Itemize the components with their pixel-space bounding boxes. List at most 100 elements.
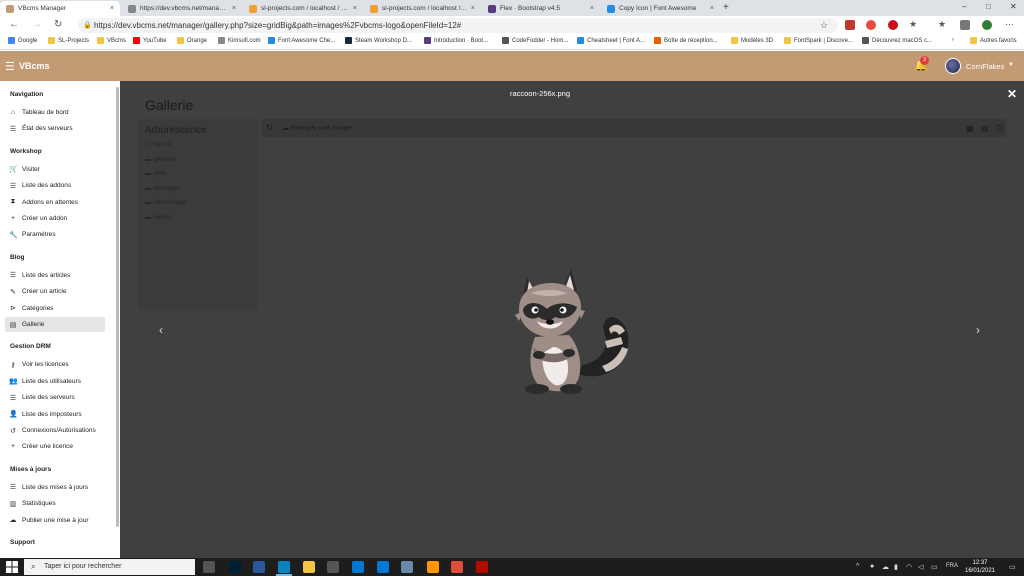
- store-icon[interactable]: [327, 561, 339, 573]
- browser-tab[interactable]: sl-projects.com / localhost / vbc ×: [364, 1, 481, 16]
- photoshop-icon[interactable]: [229, 561, 241, 573]
- bookmark-item[interactable]: Orange: [177, 37, 207, 44]
- task-view-icon[interactable]: [203, 561, 215, 573]
- word-icon[interactable]: [253, 561, 265, 573]
- extension-icon[interactable]: [866, 20, 876, 30]
- windows-start-icon[interactable]: [6, 561, 18, 573]
- taskbar-search-box[interactable]: ⌕ Taper ici pour rechercher: [24, 559, 195, 575]
- chevron-right-icon[interactable]: ›: [976, 323, 980, 337]
- sidebar-item[interactable]: ▤ Gallerie: [5, 317, 105, 332]
- chevron-up-icon[interactable]: ^: [856, 563, 859, 570]
- chevron-left-icon[interactable]: ‹: [159, 323, 163, 337]
- sidebar-item[interactable]: ☰ Liste des serveurs: [5, 390, 105, 405]
- refresh-icon[interactable]: ↻: [266, 123, 273, 132]
- upload-image-button[interactable]: ☁ Envoyer une image: [282, 124, 351, 132]
- brand-logo[interactable]: VBcms: [19, 61, 50, 71]
- tree-node[interactable]: ▬ pink: [145, 170, 165, 177]
- collections-icon[interactable]: [960, 20, 970, 30]
- bookmark-item[interactable]: Steam Workshop D...: [345, 37, 412, 44]
- sidebar-item[interactable]: ☰ État des serveurs: [5, 121, 105, 136]
- maximize-icon[interactable]: □: [986, 2, 991, 11]
- bookmark-item[interactable]: Kimsufi.com: [218, 37, 261, 44]
- sidebar-item[interactable]: ⌂ Tableau de bord: [5, 105, 105, 120]
- more-bookmarks-icon[interactable]: ›: [952, 37, 954, 43]
- grid-small-icon[interactable]: ▤: [981, 124, 989, 133]
- tree-node[interactable]: ▬ manager: [145, 185, 179, 192]
- star-icon[interactable]: ★: [909, 19, 917, 30]
- sidebar-item[interactable]: ☰ Liste des articles: [5, 268, 105, 283]
- bookmark-star-icon[interactable]: ☆: [820, 20, 828, 31]
- reload-icon[interactable]: ↻: [54, 19, 62, 30]
- sidebar-item[interactable]: 👥 Liste des utilisateurs: [5, 374, 105, 389]
- acrobat-icon[interactable]: [476, 561, 488, 573]
- sidebar-item[interactable]: + Créer un addon: [5, 211, 105, 226]
- window-close-icon[interactable]: ✕: [1010, 2, 1017, 11]
- other-bookmarks[interactable]: Autres favoris: [970, 37, 1017, 44]
- browser-tab[interactable]: Flex · Bootstrap v4.5 ×: [482, 1, 600, 16]
- bookmark-item[interactable]: SL-Projects: [48, 37, 89, 44]
- bookmark-item[interactable]: Boîte de réception...: [654, 37, 718, 44]
- avatar[interactable]: [945, 58, 961, 74]
- bookmark-item[interactable]: YouTube: [133, 37, 167, 44]
- hamburger-menu-icon[interactable]: ☰: [5, 60, 15, 73]
- bookmark-item[interactable]: Google: [8, 37, 37, 44]
- address-bar[interactable]: 🔒 https://dev.vbcms.net/manager/gallery.…: [78, 18, 838, 33]
- close-icon[interactable]: ×: [232, 5, 236, 12]
- close-icon[interactable]: ×: [590, 5, 594, 12]
- tree-node[interactable]: ▬ vbcms: [145, 214, 172, 221]
- sidebar-item[interactable]: ⊳ Catégories: [5, 301, 105, 316]
- extension-icon[interactable]: [845, 20, 855, 30]
- wifi-icon[interactable]: ◠: [906, 563, 912, 571]
- sidebar-item[interactable]: ☰ Liste des addons: [5, 178, 105, 193]
- sidebar-item[interactable]: + Créer une licence: [5, 439, 105, 454]
- grid-big-icon[interactable]: ▦: [966, 124, 974, 133]
- sidebar-item[interactable]: ☁ Publier une mise à jour: [5, 513, 105, 528]
- onedrive-icon[interactable]: ☁: [882, 563, 889, 571]
- tray-icon[interactable]: ●: [870, 563, 874, 570]
- tree-node[interactable]: ⌂ Racine: [145, 141, 171, 148]
- volume-icon[interactable]: ◁: [918, 563, 923, 571]
- tree-node[interactable]: ▬ general: [145, 156, 175, 163]
- sidebar-item[interactable]: ✎ Créer un article: [5, 284, 105, 299]
- bookmark-item[interactable]: Modèles 3D: [731, 37, 773, 44]
- sidebar-item[interactable]: 🔧 Paramètres: [5, 227, 105, 242]
- bookmark-item[interactable]: Introduction · Boot...: [424, 37, 488, 44]
- opera-icon[interactable]: [888, 20, 898, 30]
- phone-icon[interactable]: [352, 561, 364, 573]
- browser-tab[interactable]: Copy Icon | Font Awesome ×: [601, 1, 720, 16]
- reading-list-icon[interactable]: ★: [938, 19, 946, 30]
- close-icon[interactable]: ×: [710, 5, 714, 12]
- browser-tab[interactable]: sl-projects.com / localhost / vbc ×: [243, 1, 363, 16]
- tray-icon[interactable]: ▮: [894, 563, 898, 571]
- photos-icon[interactable]: [401, 561, 413, 573]
- chevron-down-icon[interactable]: ▼: [1008, 62, 1014, 68]
- sidebar-item[interactable]: ↺ Connexions/Autorisations: [5, 423, 105, 438]
- tree-node[interactable]: ▬ vbcms-logo: [145, 199, 187, 206]
- sublime-icon[interactable]: [427, 561, 439, 573]
- bookmark-item[interactable]: Découvrez macOS c...: [862, 37, 932, 44]
- browser-tab[interactable]: https://dev.vbcms.net/manager/... ×: [122, 1, 242, 16]
- keyboard-icon[interactable]: ▭: [931, 563, 938, 571]
- sidebar-item[interactable]: ▥ Statistiques: [5, 496, 105, 511]
- close-icon[interactable]: ×: [110, 5, 114, 12]
- url-text[interactable]: https://dev.vbcms.net/manager/gallery.ph…: [94, 21, 461, 30]
- edge-icon[interactable]: [278, 561, 290, 573]
- bookmark-item[interactable]: CodeFodder - Hom...: [502, 37, 568, 44]
- sidebar-scrollbar[interactable]: [116, 87, 119, 527]
- close-icon[interactable]: ×: [353, 5, 357, 12]
- sidebar-item[interactable]: ⧗ Addons en attentes: [5, 195, 105, 210]
- close-icon[interactable]: ✕: [1007, 87, 1017, 101]
- bookmark-item[interactable]: Cheatsheet | Font A...: [577, 37, 645, 44]
- bookmark-item[interactable]: FontSpark | Discove...: [784, 37, 853, 44]
- forward-icon[interactable]: →: [32, 19, 42, 30]
- minimize-icon[interactable]: –: [962, 2, 966, 11]
- sidebar-item[interactable]: ☰ Liste des mises à jours: [5, 480, 105, 495]
- browser-tab[interactable]: VBcms Manager ×: [0, 1, 120, 16]
- sidebar-item[interactable]: ⚷ Voir les licences: [5, 357, 105, 372]
- new-tab-icon[interactable]: +: [723, 2, 729, 13]
- sidebar-item[interactable]: 👤 Liste des imposteurs: [5, 407, 105, 422]
- back-icon[interactable]: ←: [9, 19, 19, 30]
- git-icon[interactable]: [451, 561, 463, 573]
- lock-icon[interactable]: 🔒: [83, 21, 92, 29]
- username[interactable]: CornFlakes: [966, 62, 1004, 71]
